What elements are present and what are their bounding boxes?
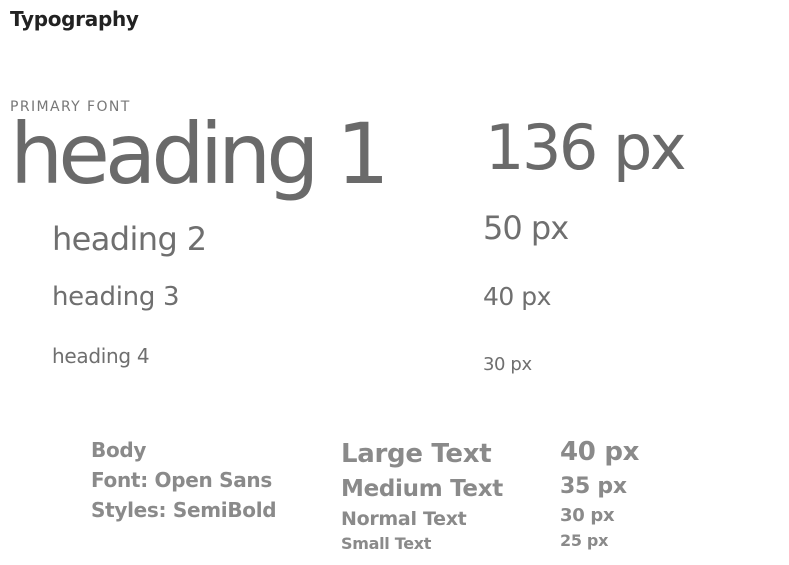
heading-4-size: 30 px xyxy=(483,354,532,375)
heading-3-sample: heading 3 xyxy=(52,282,180,312)
body-font-name: Font: Open Sans xyxy=(91,468,272,492)
small-text-size: 25 px xyxy=(560,531,609,550)
medium-text-size: 35 px xyxy=(560,474,627,499)
heading-1-sample: heading 1 xyxy=(10,105,390,203)
heading-2-size: 50 px xyxy=(483,209,569,247)
small-text-label: Small Text xyxy=(341,534,432,553)
page-title: Typography xyxy=(10,7,139,31)
heading-1-size: 136 px xyxy=(485,111,687,184)
normal-text-label: Normal Text xyxy=(341,508,467,530)
large-text-size: 40 px xyxy=(560,437,640,467)
heading-3-size: 40 px xyxy=(483,282,551,311)
heading-2-sample: heading 2 xyxy=(52,220,207,258)
body-title: Body xyxy=(91,438,147,462)
heading-4-sample: heading 4 xyxy=(52,344,150,368)
normal-text-size: 30 px xyxy=(560,505,615,526)
body-font-info: Body Font: Open Sans Styles: SemiBold xyxy=(91,435,277,525)
medium-text-label: Medium Text xyxy=(341,476,503,502)
large-text-label: Large Text xyxy=(341,439,492,469)
body-font-styles: Styles: SemiBold xyxy=(91,498,277,522)
